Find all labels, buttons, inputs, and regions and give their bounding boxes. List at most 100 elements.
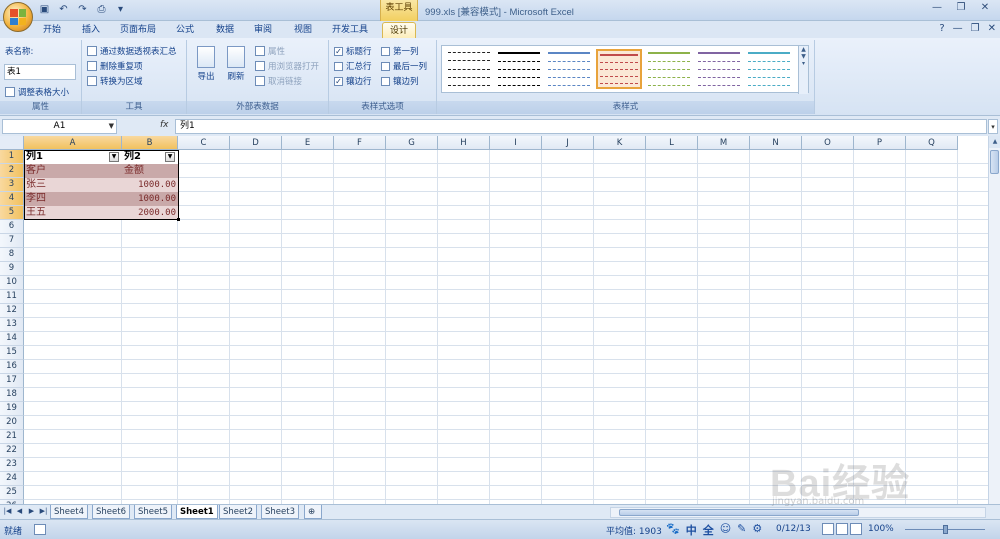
vertical-scroll-thumb[interactable] xyxy=(990,150,999,174)
insert-function-icon[interactable]: fx xyxy=(160,120,169,130)
row-header-4[interactable]: 4 xyxy=(0,192,24,206)
ime-settings-icon[interactable]: ⚙ xyxy=(752,522,762,538)
name-box-dropdown-icon[interactable]: ▼ xyxy=(109,120,114,133)
ime-fullwidth-mode[interactable]: 全 xyxy=(703,522,714,538)
zoom-level[interactable]: 100% xyxy=(868,524,894,534)
name-box[interactable]: A1 ▼ xyxy=(2,119,117,134)
table-style-light-6[interactable] xyxy=(696,49,742,89)
refresh-button[interactable]: 刷新 xyxy=(225,46,247,82)
gallery-up-arrow-icon[interactable]: ▲ xyxy=(799,46,808,53)
first-column-checkbox[interactable]: 第一列 xyxy=(381,45,419,57)
tab-page-layout[interactable]: 页面布局 xyxy=(115,22,161,38)
tab-data[interactable]: 数据 xyxy=(210,22,240,38)
save-icon[interactable]: ▣ xyxy=(38,3,51,16)
print-preview-icon[interactable]: ⎙ xyxy=(95,3,108,16)
ime-paw-icon[interactable]: 🐾 xyxy=(666,522,680,538)
zoom-slider-thumb[interactable] xyxy=(943,525,948,534)
row-header-6[interactable]: 6 xyxy=(0,220,24,234)
column-header-q[interactable]: Q xyxy=(906,136,958,150)
prev-sheet-icon[interactable]: ◀ xyxy=(14,507,25,515)
page-break-view-icon[interactable] xyxy=(850,523,862,535)
table-style-light-4-selected[interactable] xyxy=(596,49,642,89)
row-header-13[interactable]: 13 xyxy=(0,318,24,332)
row-header-11[interactable]: 11 xyxy=(0,290,24,304)
unlink-button[interactable]: 取消链接 xyxy=(255,75,302,87)
restore-icon[interactable]: ❐ xyxy=(950,1,972,15)
column-header-j[interactable]: J xyxy=(542,136,594,150)
tab-formulas[interactable]: 公式 xyxy=(170,22,200,38)
ribbon-close-icon[interactable]: ✕ xyxy=(988,23,996,34)
column-header-g[interactable]: G xyxy=(386,136,438,150)
sheet-tab-sheet5[interactable]: Sheet5 xyxy=(134,505,172,519)
tab-developer[interactable]: 开发工具 xyxy=(326,22,374,38)
gallery-more-icon[interactable]: ▾ xyxy=(799,60,808,67)
formula-input[interactable]: 列1 xyxy=(175,119,987,134)
office-button[interactable] xyxy=(3,2,33,32)
export-button[interactable]: 导出 xyxy=(195,46,217,82)
sheet-tab-sheet3[interactable]: Sheet3 xyxy=(261,505,299,519)
insert-sheet-icon[interactable]: ⊕ xyxy=(304,505,322,519)
sheet-tab-sheet4[interactable]: Sheet4 xyxy=(50,505,88,519)
open-in-browser-button[interactable]: 用浏览器打开 xyxy=(255,60,319,72)
header-row-checkbox[interactable]: ✓ 标题行 xyxy=(334,45,372,57)
row-header-7[interactable]: 7 xyxy=(0,234,24,248)
row-header-20[interactable]: 20 xyxy=(0,416,24,430)
row-header-16[interactable]: 16 xyxy=(0,360,24,374)
tab-design[interactable]: 设计 xyxy=(382,22,416,38)
row-header-24[interactable]: 24 xyxy=(0,472,24,486)
table-style-light-5[interactable] xyxy=(646,49,692,89)
last-sheet-icon[interactable]: ▶| xyxy=(38,507,49,515)
tab-view[interactable]: 视图 xyxy=(288,22,318,38)
gallery-down-arrow-icon[interactable]: ▼ xyxy=(799,53,808,60)
cells-area[interactable]: 列1 ▼ 列2 ▼ 客户 金额 张三 1000.00 李四 1000.00 王五 2000.00 xyxy=(24,150,988,504)
row-header-5[interactable]: 5 xyxy=(0,206,24,220)
row-header-12[interactable]: 12 xyxy=(0,304,24,318)
column-header-d[interactable]: D xyxy=(230,136,282,150)
ime-pen-icon[interactable]: ✎ xyxy=(737,522,746,538)
row-header-9[interactable]: 9 xyxy=(0,262,24,276)
scroll-up-arrow-icon[interactable]: ▲ xyxy=(989,136,1000,148)
help-icon[interactable]: ? xyxy=(939,23,944,34)
column-header-a[interactable]: A xyxy=(24,136,122,150)
column-header-h[interactable]: H xyxy=(438,136,490,150)
table-style-light-3[interactable] xyxy=(546,49,592,89)
first-sheet-icon[interactable]: |◀ xyxy=(2,507,13,515)
column-header-o[interactable]: O xyxy=(802,136,854,150)
table-style-light-1[interactable] xyxy=(446,49,492,89)
row-header-1[interactable]: 1 xyxy=(0,150,24,164)
column-header-b[interactable]: B xyxy=(122,136,178,150)
ribbon-minimize-icon[interactable]: — xyxy=(953,23,963,34)
row-header-17[interactable]: 17 xyxy=(0,374,24,388)
row-header-10[interactable]: 10 xyxy=(0,276,24,290)
table-style-light-2[interactable] xyxy=(496,49,542,89)
column-header-i[interactable]: I xyxy=(490,136,542,150)
close-icon[interactable]: ✕ xyxy=(974,1,996,15)
resize-table-button[interactable]: 调整表格大小 xyxy=(5,86,69,98)
column-header-k[interactable]: K xyxy=(594,136,646,150)
row-header-21[interactable]: 21 xyxy=(0,430,24,444)
styles-gallery-scroll[interactable]: ▲ ▼ ▾ xyxy=(798,46,808,94)
row-header-14[interactable]: 14 xyxy=(0,332,24,346)
column-header-p[interactable]: P xyxy=(854,136,906,150)
external-properties-button[interactable]: 属性 xyxy=(255,45,285,57)
banded-rows-checkbox[interactable]: ✓ 镶边行 xyxy=(334,75,372,87)
row-header-22[interactable]: 22 xyxy=(0,444,24,458)
sheet-tab-sheet6[interactable]: Sheet6 xyxy=(92,505,130,519)
summarize-pivot-button[interactable]: 通过数据透视表汇总 xyxy=(87,45,177,57)
row-header-8[interactable]: 8 xyxy=(0,248,24,262)
sheet-tab-sheet1[interactable]: Sheet1 xyxy=(176,505,218,519)
table-name-input[interactable]: 表1 xyxy=(4,64,76,80)
column-header-l[interactable]: L xyxy=(646,136,698,150)
macro-record-icon[interactable] xyxy=(34,524,46,535)
row-header-19[interactable]: 19 xyxy=(0,402,24,416)
ime-emoji-icon[interactable]: ☺ xyxy=(720,522,731,538)
ime-chinese-mode[interactable]: 中 xyxy=(686,522,697,538)
undo-icon[interactable]: ↶ xyxy=(57,3,70,16)
tab-insert[interactable]: 插入 xyxy=(76,22,106,38)
column-header-e[interactable]: E xyxy=(282,136,334,150)
redo-icon[interactable]: ↷ xyxy=(76,3,89,16)
customize-qat-icon[interactable]: ▾ xyxy=(114,3,127,16)
minimize-icon[interactable]: — xyxy=(926,1,948,15)
remove-duplicates-button[interactable]: 删除重复项 xyxy=(87,60,143,72)
column-header-m[interactable]: M xyxy=(698,136,750,150)
